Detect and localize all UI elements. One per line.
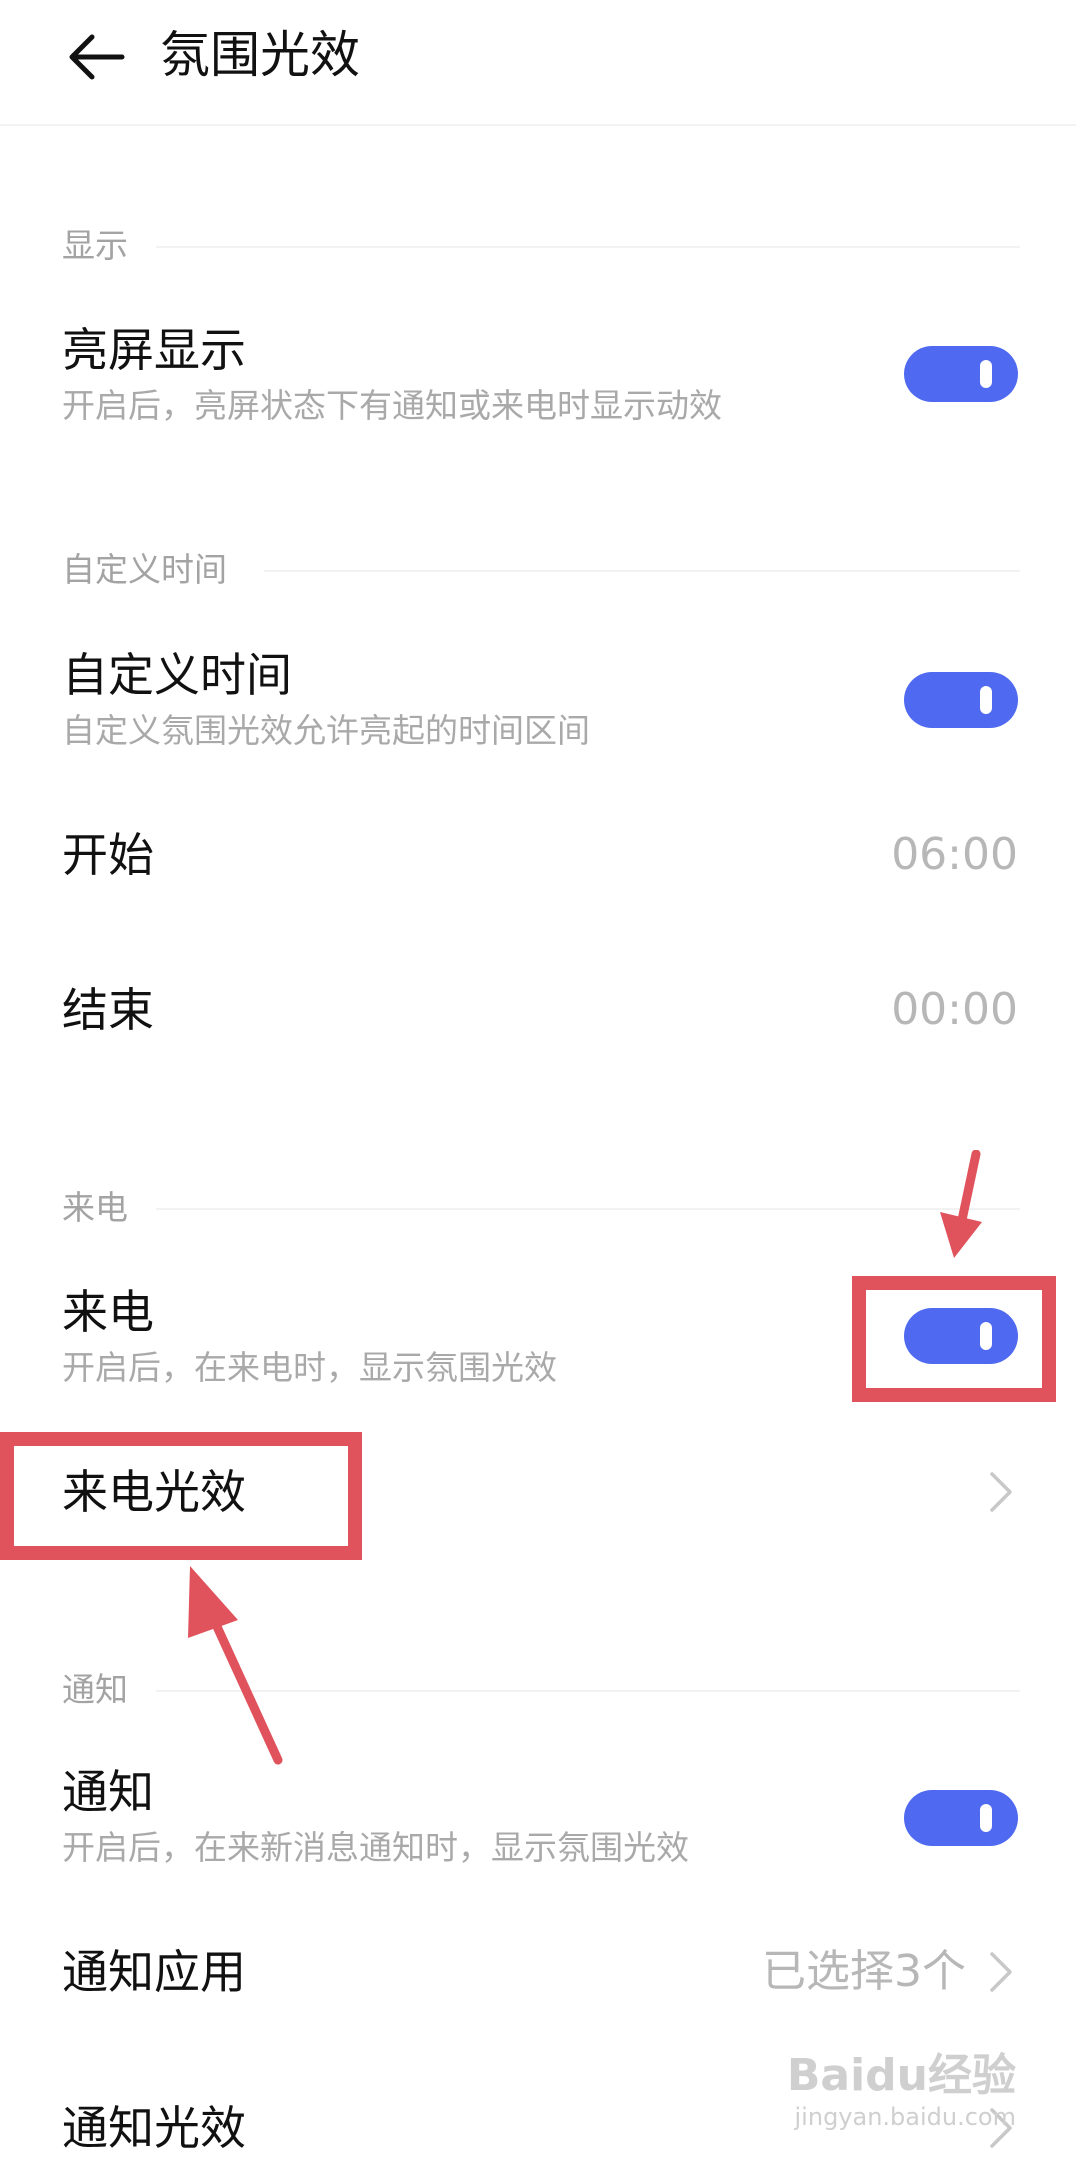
app-header: 氛围光效: [0, 0, 1076, 126]
toggle-knob: [980, 360, 992, 388]
toggle-knob: [980, 686, 992, 714]
watermark-logo: Baidu经验: [786, 2050, 1016, 2101]
incoming-call-toggle[interactable]: [904, 1308, 1018, 1364]
row-subtitle: 开启后，在来电时，显示氛围光效: [62, 1348, 557, 1387]
row-notification[interactable]: 通知 开启后，在来新消息通知时，显示氛围光效: [0, 1762, 1076, 1882]
start-time-value: 06:00: [891, 829, 1018, 880]
row-title: 自定义时间: [62, 648, 292, 702]
notification-apps-value: 已选择3个: [762, 1946, 966, 1997]
row-custom-time[interactable]: 自定义时间 自定义氛围光效允许亮起的时间区间: [0, 645, 1076, 765]
custom-time-toggle[interactable]: [904, 672, 1018, 728]
back-arrow-icon[interactable]: [62, 22, 132, 92]
row-call-light-effect[interactable]: 来电光效: [0, 1462, 1076, 1522]
toggle-knob: [980, 1804, 992, 1832]
row-subtitle: 开启后，在来新消息通知时，显示氛围光效: [62, 1828, 689, 1867]
section-divider: [156, 1690, 1020, 1692]
row-title: 通知光效: [62, 2101, 246, 2155]
row-title: 亮屏显示: [62, 323, 246, 377]
toggle-knob: [980, 1322, 992, 1350]
section-label-notification: 通知: [62, 1670, 128, 1709]
section-divider: [156, 1208, 1020, 1210]
section-label-incoming-call: 来电: [62, 1188, 128, 1227]
section-divider: [264, 570, 1020, 572]
row-subtitle: 开启后，亮屏状态下有通知或来电时显示动效: [62, 386, 722, 425]
chevron-right-icon: [990, 2108, 1012, 2148]
notification-toggle[interactable]: [904, 1790, 1018, 1846]
row-title: 来电: [62, 1285, 154, 1339]
row-title: 通知应用: [62, 1945, 246, 1999]
chevron-right-icon: [990, 1472, 1012, 1512]
row-start-time[interactable]: 开始 06:00: [0, 825, 1076, 885]
row-title: 结束: [62, 983, 154, 1037]
row-incoming-call[interactable]: 来电 开启后，在来电时，显示氛围光效: [0, 1282, 1076, 1402]
row-title: 通知: [62, 1765, 154, 1819]
row-notification-apps[interactable]: 通知应用 已选择3个: [0, 1942, 1076, 2002]
end-time-value: 00:00: [891, 984, 1018, 1035]
row-title: 开始: [62, 828, 154, 882]
chevron-right-icon: [990, 1952, 1012, 1992]
screen-on-display-toggle[interactable]: [904, 346, 1018, 402]
section-divider: [156, 246, 1020, 248]
section-label-custom-time: 自定义时间: [62, 550, 227, 589]
row-end-time[interactable]: 结束 00:00: [0, 980, 1076, 1040]
section-label-display: 显示: [62, 226, 128, 265]
row-screen-on-display[interactable]: 亮屏显示 开启后，亮屏状态下有通知或来电时显示动效: [0, 320, 1076, 440]
annotation-arrow-up-icon: [188, 1566, 283, 1765]
row-notification-light-effect[interactable]: 通知光效: [0, 2098, 1076, 2158]
row-title: 来电光效: [62, 1465, 246, 1519]
row-subtitle: 自定义氛围光效允许亮起的时间区间: [62, 711, 590, 750]
page-title: 氛围光效: [160, 26, 360, 84]
annotation-arrow-down-icon: [940, 1150, 982, 1258]
